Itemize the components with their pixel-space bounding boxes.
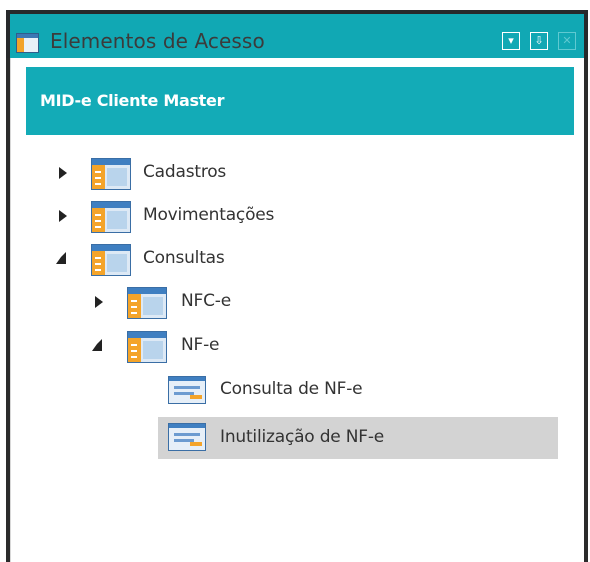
collapse-arrow-icon[interactable] — [92, 339, 102, 351]
window-content: MID-e Cliente Master Cadastros Movimenta… — [10, 58, 584, 562]
close-button[interactable]: ✕ — [558, 32, 576, 50]
tree-node-label: NFC-e — [181, 291, 231, 311]
form-icon — [168, 423, 206, 451]
tree-node-cadastros[interactable]: Cadastros — [51, 155, 571, 191]
tree-node-label: Inutilização de NF-e — [220, 427, 385, 447]
expand-arrow-icon[interactable] — [59, 167, 67, 179]
dropdown-button[interactable]: ▾ — [502, 32, 520, 50]
form-icon — [168, 376, 206, 404]
tree-node-label: Movimentações — [143, 205, 275, 225]
tree-node-label: NF-e — [181, 335, 220, 355]
collapse-arrow-icon[interactable] — [56, 252, 66, 264]
folder-icon — [127, 331, 167, 363]
app-banner: MID-e Cliente Master — [26, 67, 574, 135]
tree-node-nfe[interactable]: NF-e — [87, 328, 571, 364]
expand-arrow-icon[interactable] — [95, 296, 103, 308]
folder-icon — [91, 158, 131, 190]
tree-node-label: Cadastros — [143, 162, 227, 182]
banner-title: MID-e Cliente Master — [40, 91, 225, 110]
tree-node-label: Consulta de NF-e — [220, 379, 363, 399]
tree-node-consultas[interactable]: Consultas — [51, 241, 571, 277]
folder-icon — [127, 287, 167, 319]
folder-icon — [91, 244, 131, 276]
tree-node-consulta-nfe[interactable]: Consulta de NF-e — [158, 372, 558, 408]
tree-node-movimentacoes[interactable]: Movimentações — [51, 198, 571, 234]
window-app-icon — [16, 33, 39, 53]
expand-arrow-icon[interactable] — [59, 210, 67, 222]
access-elements-window: Elementos de Acesso ▾ ⇩ ✕ MID-e Cliente … — [6, 10, 588, 562]
tree-node-label: Consultas — [143, 248, 225, 268]
folder-icon — [91, 201, 131, 233]
window-title: Elementos de Acesso — [50, 29, 265, 53]
tree-node-nfce[interactable]: NFC-e — [87, 284, 571, 320]
pin-button[interactable]: ⇩ — [530, 32, 548, 50]
tree-node-inutilizacao-nfe[interactable]: Inutilização de NF-e — [158, 417, 558, 459]
